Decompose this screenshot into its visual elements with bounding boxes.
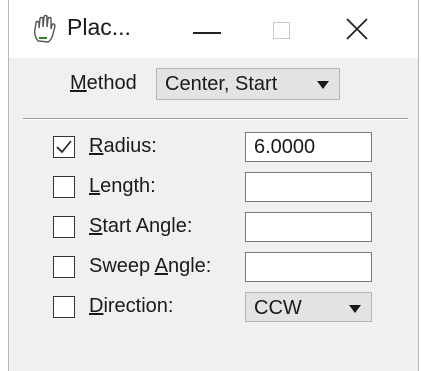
- start-angle-input[interactable]: [245, 212, 372, 242]
- label-text: Sweep: [89, 255, 155, 277]
- direction-checkbox[interactable]: [53, 296, 75, 318]
- param-row-sweep-angle: Sweep Angle:: [9, 252, 418, 284]
- separator: [23, 118, 408, 120]
- minimize-icon: [193, 32, 221, 34]
- dropdown-arrow-icon: [317, 81, 329, 89]
- checkmark-icon: [56, 140, 72, 154]
- dropdown-arrow-icon: [349, 305, 361, 313]
- start-angle-checkbox[interactable]: [53, 216, 75, 238]
- method-label: Method: [70, 72, 137, 95]
- label-mnemonic: L: [89, 175, 101, 197]
- radius-input[interactable]: 6.0000: [245, 132, 372, 162]
- label-text: tart Angle:: [102, 215, 193, 237]
- sweep-angle-label: Sweep Angle:: [89, 255, 211, 278]
- minimize-button[interactable]: [181, 0, 241, 58]
- maximize-icon: [273, 22, 290, 39]
- window-title: Plac...: [67, 14, 131, 40]
- param-row-radius: Radius: 6.0000: [9, 132, 418, 164]
- start-angle-label: Start Angle:: [89, 215, 192, 238]
- param-row-start-angle: Start Angle:: [9, 212, 418, 244]
- label-text: adius:: [103, 135, 157, 157]
- direction-value: CCW: [254, 297, 302, 319]
- title-bar[interactable]: Plac...: [9, 0, 418, 58]
- method-label-mnemonic: M: [70, 72, 87, 94]
- maximize-button[interactable]: [255, 0, 315, 58]
- length-checkbox[interactable]: [53, 176, 75, 198]
- label-text: ength:: [100, 175, 156, 197]
- radius-checkbox[interactable]: [53, 136, 75, 158]
- radius-value: 6.0000: [254, 136, 316, 158]
- close-icon: [346, 18, 368, 40]
- param-row-direction: Direction: CCW: [9, 292, 418, 324]
- method-row: Method Center, Start: [9, 64, 418, 104]
- sweep-angle-input[interactable]: [245, 252, 372, 282]
- place-arc-window: Plac... Method Center, Start Radius: 6.00…: [8, 0, 419, 371]
- close-button[interactable]: [331, 0, 391, 58]
- length-input[interactable]: [245, 172, 372, 202]
- label-mnemonic: D: [89, 295, 104, 317]
- radius-label: Radius:: [89, 135, 157, 158]
- label-mnemonic: R: [89, 135, 104, 157]
- label-mnemonic: A: [154, 255, 168, 277]
- param-row-length: Length:: [9, 172, 418, 204]
- hand-grab-icon: [31, 14, 57, 44]
- length-label: Length:: [89, 175, 156, 198]
- method-dropdown[interactable]: Center, Start: [156, 68, 340, 100]
- direction-label: Direction:: [89, 295, 173, 318]
- label-text: ngle:: [167, 255, 212, 277]
- method-label-rest: ethod: [86, 72, 137, 94]
- label-mnemonic: S: [89, 215, 103, 237]
- label-text: irection:: [103, 295, 174, 317]
- method-value: Center, Start: [165, 73, 278, 95]
- sweep-angle-checkbox[interactable]: [53, 256, 75, 278]
- direction-dropdown[interactable]: CCW: [245, 292, 372, 322]
